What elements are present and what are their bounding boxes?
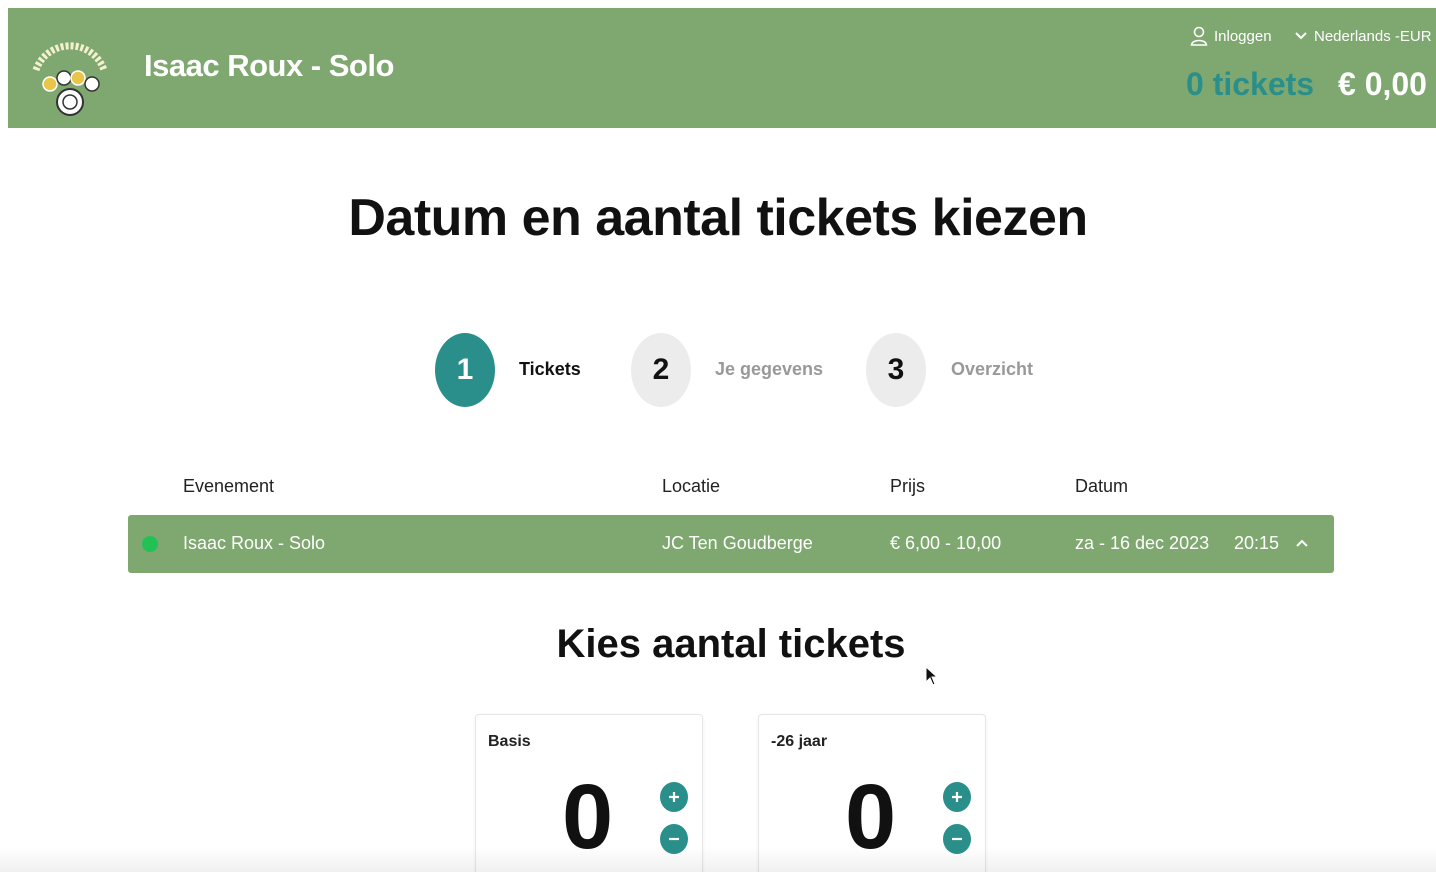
step-2-label[interactable]: Je gegevens bbox=[715, 359, 823, 380]
user-icon bbox=[1190, 26, 1208, 46]
bottom-shadow bbox=[0, 846, 1436, 872]
step-1-circle[interactable]: 1 bbox=[435, 333, 495, 407]
event-time: 20:15 bbox=[1234, 533, 1280, 553]
step-2-circle[interactable]: 2 bbox=[631, 333, 691, 407]
login-link[interactable]: Inloggen bbox=[1190, 24, 1272, 48]
minus-icon bbox=[952, 837, 962, 841]
ticket-section-title: Kies aantal tickets bbox=[556, 622, 906, 666]
cultuurseizoen-logo[interactable] bbox=[24, 30, 116, 122]
event-row[interactable]: Isaac Roux - Solo JC Ten Goudberge € 6,0… bbox=[128, 515, 1334, 573]
column-header-location: Locatie bbox=[662, 476, 721, 496]
event-date: za - 16 dec 2023 bbox=[1075, 533, 1210, 553]
ticket-type-label: -26 jaar bbox=[771, 733, 828, 750]
column-header-price: Prijs bbox=[890, 476, 925, 496]
column-header-date: Datum bbox=[1075, 476, 1129, 496]
availability-status-dot bbox=[142, 536, 158, 552]
page-title: Datum en aantal tickets kiezen bbox=[348, 189, 1088, 247]
site-header: Isaac Roux - Solo Inloggen Nederlands -E… bbox=[8, 8, 1436, 128]
login-label: Inloggen bbox=[1214, 27, 1272, 45]
cart-total[interactable]: € 0,00 bbox=[1338, 66, 1427, 103]
cart-ticket-count[interactable]: 0 tickets bbox=[1186, 66, 1314, 103]
plus-icon bbox=[669, 792, 679, 802]
language-selector[interactable]: Nederlands -EUR bbox=[1294, 24, 1432, 48]
increase-quantity-button[interactable] bbox=[943, 782, 971, 812]
minus-icon bbox=[669, 837, 679, 841]
event-location: JC Ten Goudberge bbox=[662, 533, 813, 553]
increase-quantity-button[interactable] bbox=[660, 782, 688, 812]
event-name: Isaac Roux - Solo bbox=[183, 533, 326, 553]
chevron-down-icon bbox=[1295, 32, 1307, 40]
language-label: Nederlands -EUR bbox=[1314, 27, 1432, 45]
window-edge bbox=[0, 0, 8, 872]
step-3-circle[interactable]: 3 bbox=[866, 333, 926, 407]
event-price: € 6,00 - 10,00 bbox=[890, 533, 1002, 553]
event-title: Isaac Roux - Solo bbox=[144, 48, 394, 83]
ticket-type-label: Basis bbox=[488, 733, 531, 750]
plus-icon bbox=[952, 792, 962, 802]
mouse-cursor-icon bbox=[925, 666, 939, 686]
step-3-label[interactable]: Overzicht bbox=[951, 359, 1033, 380]
step-1-label[interactable]: Tickets bbox=[519, 359, 581, 380]
chevron-up-icon[interactable] bbox=[1294, 535, 1310, 551]
column-header-event: Evenement bbox=[183, 476, 275, 496]
